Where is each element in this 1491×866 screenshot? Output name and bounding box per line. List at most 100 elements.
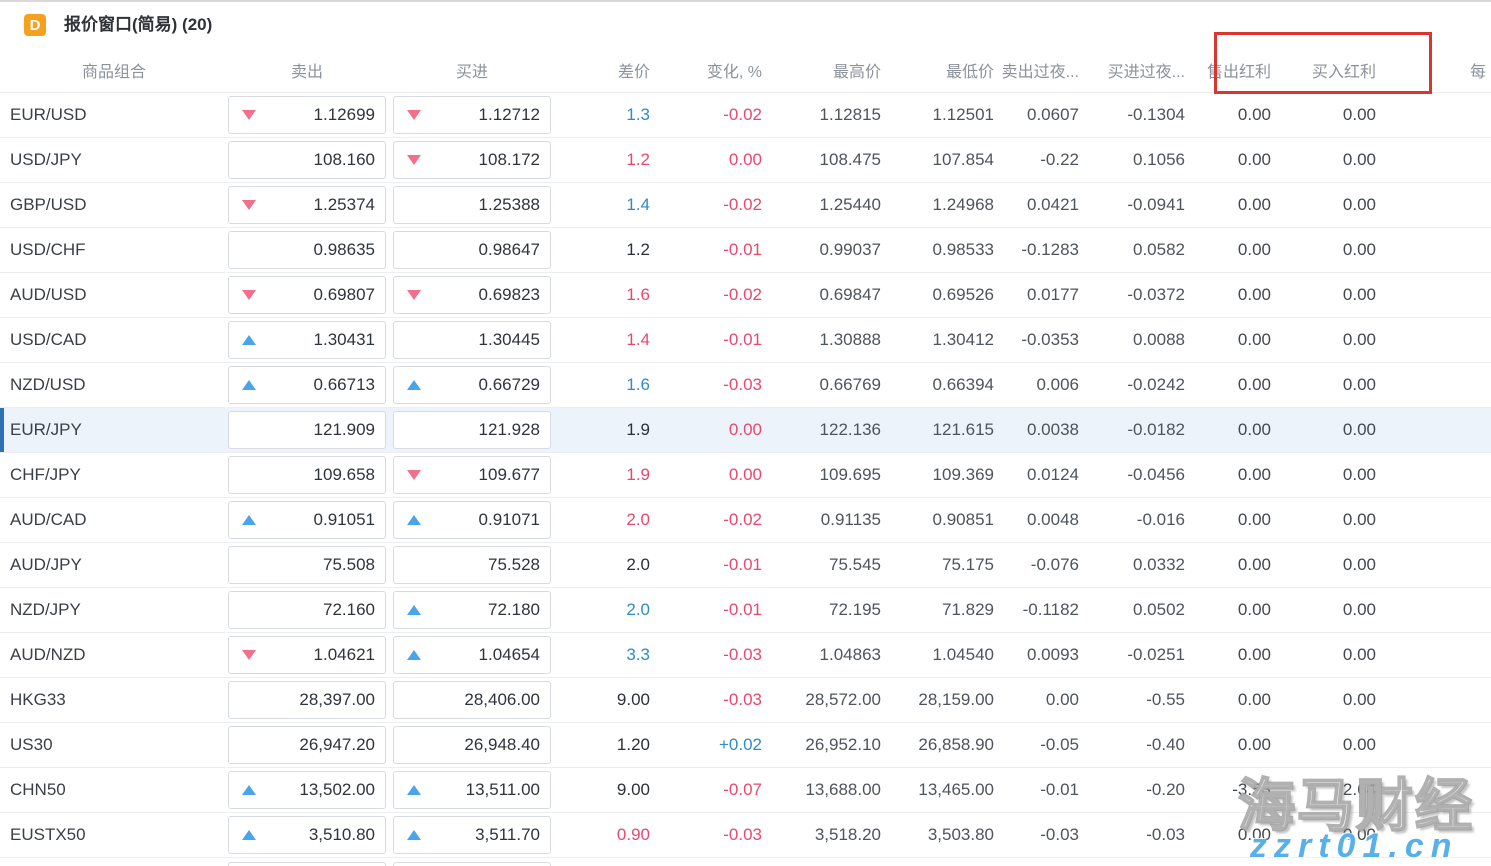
spread-value: 9.00 [551,780,650,800]
buy-price-value: 0.98647 [479,240,540,260]
table-row[interactable]: GBP/USD 1.25374 1.25388 1.4 -0.02 1.2544… [0,183,1491,228]
buy-price-button[interactable]: 1.04654 [393,636,551,674]
table-row[interactable]: AUD/NZD 1.04621 1.04654 3.3 -0.03 1.0486… [0,633,1491,678]
buy-price-button[interactable]: 28,406.00 [393,681,551,719]
symbol-label: HKG33 [0,690,228,710]
buy-trend-icon [407,785,421,795]
table-row[interactable]: USD/CAD 1.30431 1.30445 1.4 -0.01 1.3088… [0,318,1491,363]
low-value: 107.854 [881,150,994,170]
table-row[interactable]: NZD/JPY 72.160 72.180 2.0 -0.01 72.195 7… [0,588,1491,633]
high-value: 1.30888 [762,330,881,350]
buy-price-button[interactable] [393,862,551,866]
change-pct-value: -0.02 [650,510,762,530]
sell-price-button[interactable]: 75.508 [228,546,386,584]
buy-price-button[interactable]: 109.677 [393,456,551,494]
sell-price-value: 3,510.80 [309,825,375,845]
overnight-buy-value: -0.0251 [1079,645,1185,665]
buy-price-button[interactable]: 72.180 [393,591,551,629]
buy-price-value: 28,406.00 [464,690,540,710]
spread-value: 9.00 [551,690,650,710]
table-row[interactable]: AUD/CAD 0.91051 0.91071 2.0 -0.02 0.9113… [0,498,1491,543]
sell-price-button[interactable]: 72.160 [228,591,386,629]
sell-price-button[interactable]: 1.25374 [228,186,386,224]
buy-price-button[interactable]: 26,948.40 [393,726,551,764]
column-header-spread[interactable]: 差价 [551,58,650,82]
column-header-per-truncated[interactable]: 每 [1376,58,1491,82]
column-header-dividend-buy[interactable]: 买入红利 [1271,58,1376,82]
sell-cell: 0.98635 [228,231,393,269]
buy-price-button[interactable]: 0.91071 [393,501,551,539]
sell-price-button[interactable]: 0.91051 [228,501,386,539]
buy-price-button[interactable]: 121.928 [393,411,551,449]
sell-price-button[interactable]: 1.04621 [228,636,386,674]
column-header-overnight-sell[interactable]: 卖出过夜... [994,58,1079,82]
sell-price-button[interactable]: 28,397.00 [228,681,386,719]
buy-price-button[interactable]: 0.98647 [393,231,551,269]
dividend-sell-value: 0.00 [1185,465,1271,485]
high-value: 0.66769 [762,375,881,395]
overnight-buy-value: -0.0372 [1079,285,1185,305]
buy-price-button[interactable]: 75.528 [393,546,551,584]
sell-price-button[interactable]: 1.30431 [228,321,386,359]
buy-price-button[interactable]: 1.12712 [393,96,551,134]
table-row[interactable]: AUD/USD 0.69807 0.69823 1.6 -0.02 0.6984… [0,273,1491,318]
buy-price-button[interactable]: 0.66729 [393,366,551,404]
sell-price-button[interactable]: 109.658 [228,456,386,494]
sell-cell: 121.909 [228,411,393,449]
buy-cell: 0.98647 [393,231,551,269]
sell-price-button[interactable]: 121.909 [228,411,386,449]
buy-price-value: 1.30445 [479,330,540,350]
sell-price-button[interactable] [228,862,386,866]
dividend-sell-value: 0.00 [1185,285,1271,305]
sell-price-button[interactable]: 0.98635 [228,231,386,269]
dividend-buy-value: 0.00 [1271,330,1376,350]
column-header-buy[interactable]: 买进 [393,58,551,82]
dividend-sell-value: 0.00 [1185,510,1271,530]
table-row[interactable]: USD/CHF 0.98635 0.98647 1.2 -0.01 0.9903… [0,228,1491,273]
table-row[interactable]: NZD/USD 0.66713 0.66729 1.6 -0.03 0.6676… [0,363,1491,408]
column-header-dividend-sell[interactable]: 售出红利 [1185,58,1271,82]
sell-price-button[interactable]: 0.66713 [228,366,386,404]
low-value: 109.369 [881,465,994,485]
overnight-buy-value: 0.0088 [1079,330,1185,350]
buy-price-button[interactable]: 108.172 [393,141,551,179]
table-row[interactable]: EUR/USD 1.12699 1.12712 1.3 -0.02 1.1281… [0,93,1491,138]
sell-price-value: 1.25374 [314,195,375,215]
table-row[interactable]: CHF/JPY 109.658 109.677 1.9 0.00 109.695… [0,453,1491,498]
buy-cell: 121.928 [393,411,551,449]
symbol-label: AUD/CAD [0,510,228,530]
table-row[interactable]: AUD/JPY 75.508 75.528 2.0 -0.01 75.545 7… [0,543,1491,588]
sell-price-button[interactable]: 13,502.00 [228,771,386,809]
sell-trend-icon [242,785,256,795]
symbol-label: AUD/JPY [0,555,228,575]
high-value: 26,952.10 [762,735,881,755]
dividend-buy-value: 0.00 [1271,465,1376,485]
table-row[interactable]: HKG33 28,397.00 28,406.00 9.00 -0.03 28,… [0,678,1491,723]
buy-price-button[interactable]: 1.25388 [393,186,551,224]
column-header-symbol[interactable]: 商品组合 [0,58,228,82]
sell-price-button[interactable]: 26,947.20 [228,726,386,764]
symbol-label: AUD/NZD [0,645,228,665]
buy-trend-icon [407,650,421,660]
sell-trend-icon [242,830,256,840]
table-row[interactable]: USD/JPY 108.160 108.172 1.2 0.00 108.475… [0,138,1491,183]
table-row[interactable]: EUR/JPY 121.909 121.928 1.9 0.00 122.136… [0,408,1491,453]
column-header-high[interactable]: 最高价 [762,58,881,82]
buy-price-button[interactable]: 3,511.70 [393,816,551,854]
overnight-buy-value: -0.20 [1079,780,1185,800]
column-header-overnight-buy[interactable]: 买进过夜... [1079,58,1185,82]
low-value: 0.90851 [881,510,994,530]
sell-price-button[interactable]: 3,510.80 [228,816,386,854]
sell-price-button[interactable]: 108.160 [228,141,386,179]
column-header-sell[interactable]: 卖出 [228,58,393,82]
buy-price-button[interactable]: 13,511.00 [393,771,551,809]
column-header-change-pct[interactable]: 变化, % [650,58,762,82]
column-header-low[interactable]: 最低价 [881,58,994,82]
high-value: 1.04863 [762,645,881,665]
buy-price-button[interactable]: 1.30445 [393,321,551,359]
sell-price-button[interactable]: 0.69807 [228,276,386,314]
buy-price-value: 3,511.70 [475,825,540,845]
buy-price-button[interactable]: 0.69823 [393,276,551,314]
sell-price-button[interactable]: 1.12699 [228,96,386,134]
buy-cell: 1.12712 [393,96,551,134]
